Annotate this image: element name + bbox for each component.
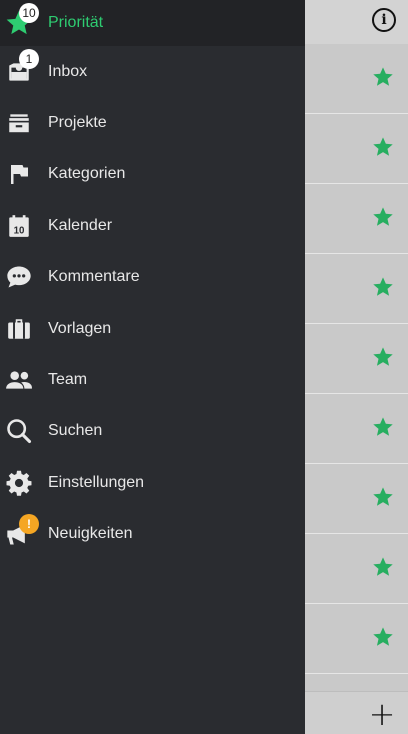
nav-item-vorlagen[interactable]: Vorlagen xyxy=(0,303,305,354)
nav-item-neuigkeiten[interactable]: ! Neuigkeiten xyxy=(0,509,305,560)
star-icon[interactable] xyxy=(372,346,394,368)
info-icon[interactable]: i xyxy=(372,8,396,32)
projects-icon xyxy=(5,109,33,137)
star-icon[interactable] xyxy=(372,626,394,648)
count-badge: 1 xyxy=(19,49,39,69)
svg-text:10: 10 xyxy=(14,225,25,236)
plus-icon[interactable]: + xyxy=(368,698,396,730)
search-icon xyxy=(5,417,33,445)
nav-item-label: Projekte xyxy=(48,114,107,132)
comment-icon xyxy=(5,263,33,291)
nav-item-kommentare[interactable]: Kommentare xyxy=(0,252,305,303)
star-icon[interactable] xyxy=(372,206,394,228)
nav-item-label: Inbox xyxy=(48,62,88,80)
calendar-icon: 10 xyxy=(5,212,33,240)
star-icon[interactable] xyxy=(372,66,394,88)
nav-item-kategorien[interactable]: Kategorien xyxy=(0,149,305,200)
flag-icon xyxy=(5,160,33,188)
nav-item-prioritaet[interactable]: 10 Priorität xyxy=(0,0,305,46)
star-icon[interactable] xyxy=(372,416,394,438)
nav-item-label: Einstellungen xyxy=(48,473,145,491)
nav-item-label: Vorlagen xyxy=(48,319,112,337)
nav-item-projekte[interactable]: Projekte xyxy=(0,97,305,148)
nav-item-label: Kategorien xyxy=(48,165,126,183)
nav-item-label: Team xyxy=(48,371,88,389)
team-icon xyxy=(5,366,33,394)
count-badge: 10 xyxy=(19,3,39,23)
alert-badge: ! xyxy=(19,513,39,534)
nav-item-kalender[interactable]: 10 Kalender xyxy=(0,200,305,251)
nav-item-label: Suchen xyxy=(48,422,103,440)
star-icon[interactable] xyxy=(372,136,394,158)
nav-item-label: Priorität xyxy=(48,14,104,31)
nav-item-einstellungen[interactable]: Einstellungen xyxy=(0,457,305,508)
nav-item-label: Neuigkeiten xyxy=(48,525,133,543)
nav-item-suchen[interactable]: Suchen xyxy=(0,406,305,457)
nav-item-inbox[interactable]: 1 Inbox xyxy=(0,46,305,97)
nav-item-team[interactable]: Team xyxy=(0,354,305,405)
briefcase-icon xyxy=(5,315,33,343)
nav-item-label: Kommentare xyxy=(48,268,140,286)
nav-item-label: Kalender xyxy=(48,216,113,234)
star-icon[interactable] xyxy=(372,556,394,578)
star-icon[interactable] xyxy=(372,276,394,298)
gear-icon xyxy=(5,469,33,497)
star-icon[interactable] xyxy=(372,486,394,508)
navigation-drawer: 10 Priorität 1 Inbox Projekte Kategorien… xyxy=(0,0,305,734)
